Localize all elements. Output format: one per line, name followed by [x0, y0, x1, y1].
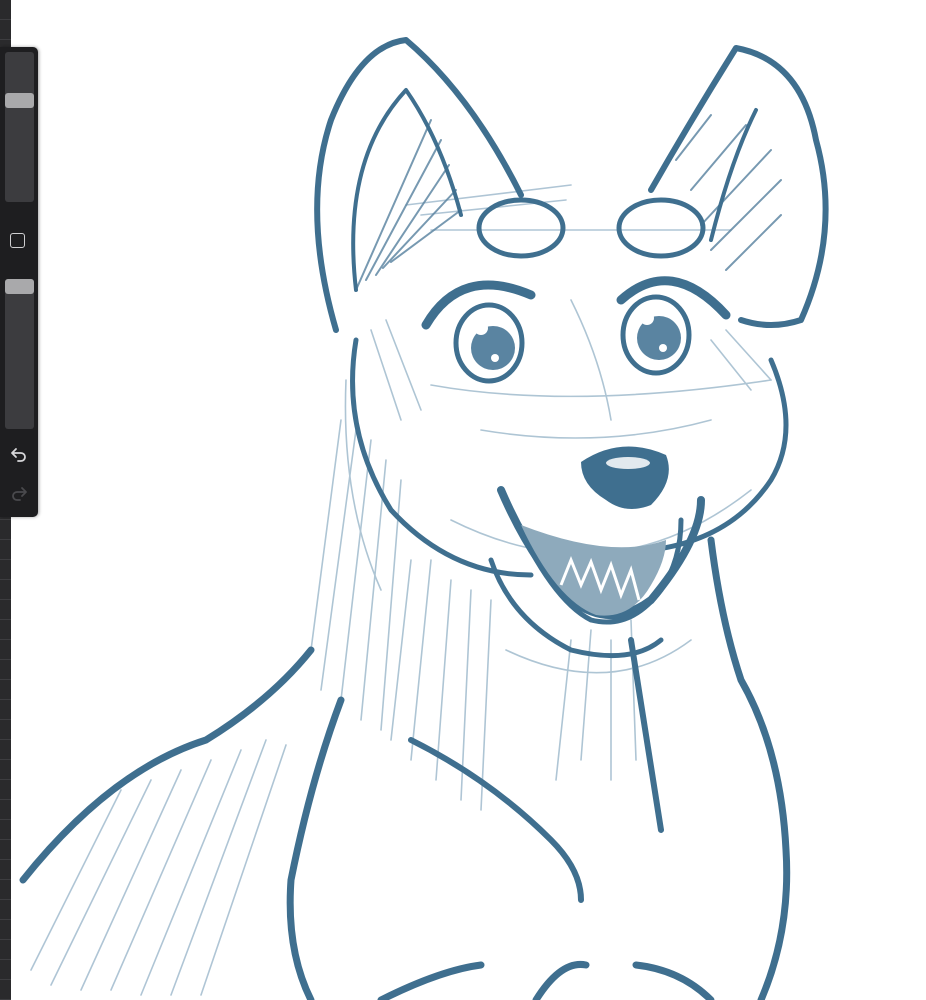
- dog-sketch: [19, 37, 829, 1000]
- ear-hatching: [355, 114, 782, 291]
- drawing-canvas[interactable]: [11, 0, 926, 1000]
- eye-pupils: [471, 311, 681, 370]
- nose: [581, 446, 669, 509]
